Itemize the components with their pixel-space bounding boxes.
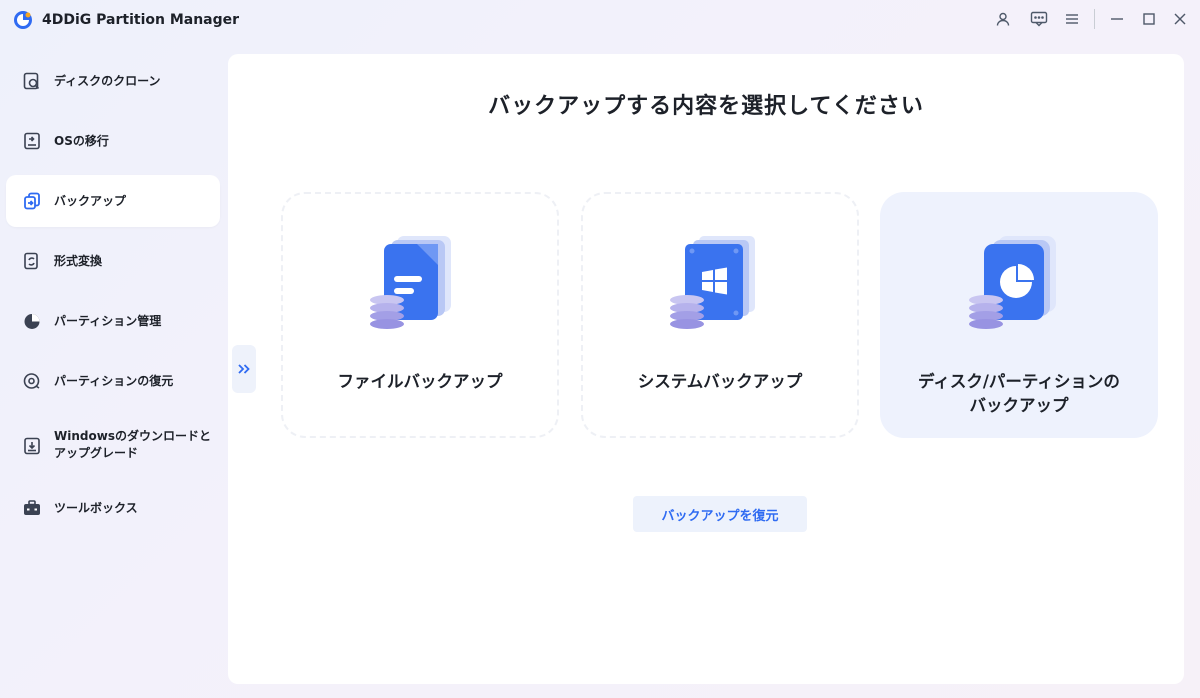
page-title: バックアップする内容を選択してください [488,94,924,119]
sidebar-item-label: パーティション管理 [54,313,162,328]
sidebar-item-partition-restore[interactable]: パーティションの復元 [6,355,220,407]
sidebar-item-label: ツールボックス [54,500,138,515]
user-icon[interactable] [992,8,1014,30]
system-backup-card[interactable]: システムバックアップ [581,192,859,438]
system-backup-icon [670,236,755,329]
sidebar-item-format-convert[interactable]: 形式変換 [6,235,220,287]
minimize-icon[interactable] [1106,8,1128,30]
collapse-sidebar-button[interactable] [232,345,256,393]
restore-backup-button[interactable]: バックアップを復元 [633,496,807,532]
title-bar: 4DDiG Partition Manager [0,0,1200,40]
main-panel: バックアップする内容を選択してください ファイルバックアップ システムバックアッ… [228,54,1184,684]
titlebar-divider [1094,9,1095,29]
app-logo-icon [14,11,32,29]
sidebar-item-label: パーティションの復元 [54,373,174,388]
toolbox-icon [24,500,40,515]
close-icon[interactable] [1169,8,1191,30]
sidebar-item-partition-manage[interactable]: パーティション管理 [6,295,220,347]
sidebar-item-disk-clone[interactable]: ディスクのクローン [6,55,220,107]
partition-restore-icon [23,373,40,389]
disk-partition-backup-label-line1: ディスク/パーティションの [918,372,1120,391]
windows-download-icon [24,437,40,455]
menu-icon[interactable] [1061,8,1083,30]
disk-partition-backup-icon [969,236,1056,329]
os-migrate-icon [24,132,40,150]
sidebar-item-windows-download[interactable]: Windowsのダウンロードと アップグレード [6,420,220,472]
sidebar-item-backup[interactable]: バックアップ [6,175,220,227]
disk-partition-backup-card[interactable]: ディスク/パーティションの バックアップ [880,192,1158,438]
sidebar: ディスクのクローン OSの移行 バックアップ 形式変換 パーティション管理 パー… [0,50,228,698]
disk-partition-backup-label-line2: バックアップ [969,396,1069,415]
partition-manage-icon [24,314,40,329]
double-chevron-right-icon [238,364,250,374]
sidebar-item-label: Windowsのダウンロードと アップグレード [54,428,211,462]
maximize-icon[interactable] [1138,8,1160,30]
file-backup-card[interactable]: ファイルバックアップ [281,192,559,438]
file-backup-label: ファイルバックアップ [337,372,503,391]
backup-icon [24,192,40,210]
disk-partition-backup-label: ディスク/パーティションの バックアップ [892,370,1146,418]
app-title: 4DDiG Partition Manager [42,12,240,28]
system-backup-label: システムバックアップ [637,372,803,391]
sidebar-item-label: ディスクのクローン [54,73,161,88]
sidebar-item-label: OSの移行 [54,133,109,148]
sidebar-item-os-migrate[interactable]: OSの移行 [6,115,220,167]
sidebar-item-toolbox[interactable]: ツールボックス [6,482,220,534]
format-convert-icon [24,252,38,270]
sidebar-item-label: バックアップ [54,193,127,208]
sidebar-item-label-line1: Windowsのダウンロードと [54,429,211,443]
sidebar-item-label-line2: アップグレード [54,446,139,460]
disk-clone-icon [23,72,40,90]
feedback-icon[interactable] [1028,8,1050,30]
file-backup-icon [370,236,451,329]
sidebar-item-label: 形式変換 [54,253,103,268]
